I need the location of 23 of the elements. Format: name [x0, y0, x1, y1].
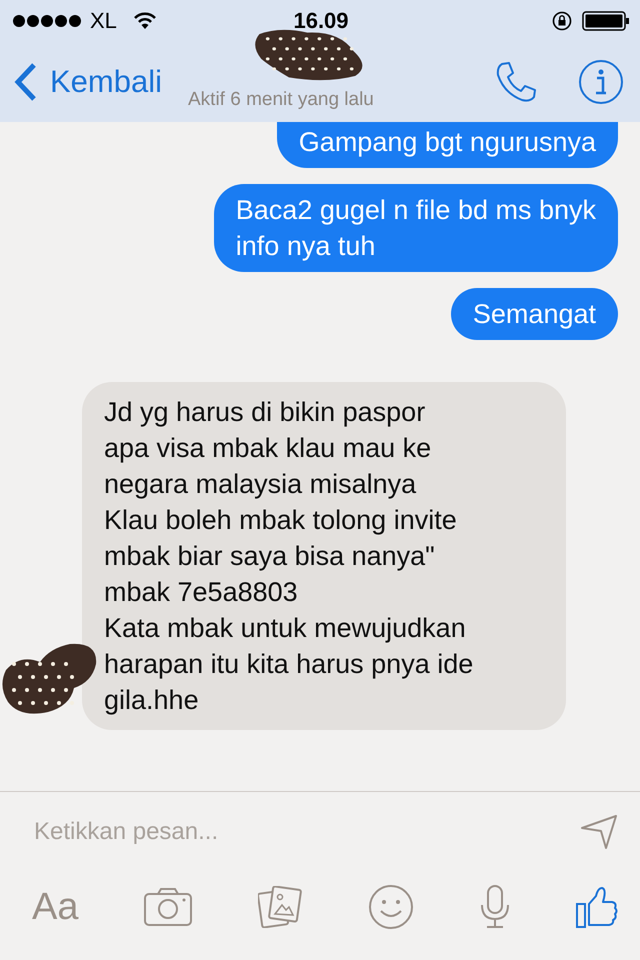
back-button[interactable]: Kembali [14, 62, 162, 102]
signal-icon [12, 14, 84, 28]
info-icon[interactable] [578, 59, 624, 105]
last-active-status: Aktif 6 menit yang lalu [188, 89, 374, 111]
microphone-icon[interactable] [480, 885, 510, 929]
rotation-lock-icon [552, 11, 572, 31]
message-bubble: Semangat [450, 288, 618, 340]
send-icon[interactable] [580, 814, 618, 850]
message-bubble: Jd yg harus di bikin paspor apa visa mbak klau mau ke negara malaysia misalnya Klau boleh mbak tolong invite mbak biar saya bisa nanya" mbak 7e5a8803 Kata mbak untuk mewujudkan harapan itu kita harus pnya ide gila.hhe [82, 382, 566, 730]
camera-icon[interactable] [144, 888, 192, 926]
status-time: 16.09 [293, 8, 349, 34]
wifi-icon [132, 12, 157, 30]
chevron-left-icon [14, 62, 38, 102]
carrier-name: XL [90, 8, 117, 34]
message-bubble: Gampang bgt ngurusnya [276, 122, 618, 168]
phone-icon[interactable] [494, 60, 538, 104]
smiley-icon[interactable] [368, 884, 414, 930]
photos-icon[interactable] [258, 886, 302, 928]
thumbs-up-icon[interactable] [576, 886, 618, 928]
battery-icon [582, 11, 630, 31]
message-input[interactable]: Ketikkan pesan... [32, 817, 580, 847]
text-format-button[interactable]: Aa [32, 886, 78, 928]
message-bubble: Baca2 gugel n file bd ms bnyk info nya tuh [214, 184, 618, 272]
